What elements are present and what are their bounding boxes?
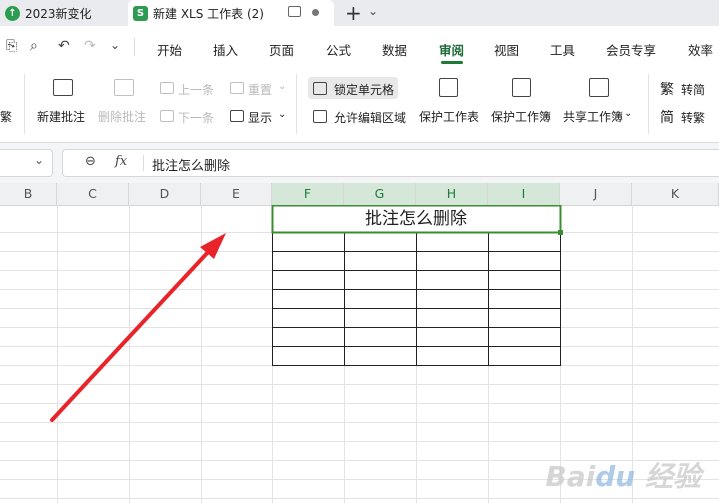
upload-arrow-icon: ↑	[5, 5, 20, 21]
simplified-icon: 简	[660, 110, 674, 126]
chevron-down-icon[interactable]: ⌄	[34, 153, 44, 167]
divider	[648, 74, 649, 134]
allow-edit-range-button[interactable]: 允许编辑区域	[334, 109, 406, 126]
print-preview-icon[interactable]: ⌕	[30, 38, 38, 54]
divider	[143, 155, 144, 171]
chevron-down-icon[interactable]: ⌄	[278, 81, 286, 92]
column-header-c[interactable]: C	[57, 183, 129, 205]
file-icon[interactable]: ⎘	[6, 38, 17, 54]
delete-comment-button[interactable]: 删除批注	[98, 108, 146, 125]
ribbon-cut-label: 繁	[0, 110, 13, 124]
new-tab-plus-icon[interactable]: +	[345, 1, 362, 25]
share-workbook-icon	[589, 78, 609, 97]
unsaved-dot-icon	[312, 9, 319, 16]
protect-workbook-icon	[512, 78, 531, 97]
chevron-down-icon[interactable]: ⌄	[278, 109, 286, 120]
column-header-e[interactable]: E	[201, 183, 272, 205]
column-header-b[interactable]: B	[0, 183, 57, 205]
watermark-logo: Baidu 经验	[545, 460, 701, 493]
divider	[134, 38, 135, 56]
name-box[interactable]: ⌄	[0, 149, 53, 177]
chevron-down-icon[interactable]: ⌄	[110, 38, 120, 52]
merged-cell-text[interactable]: 批注怎么删除	[272, 206, 560, 233]
column-header-j[interactable]: J	[560, 183, 632, 205]
divider	[296, 74, 297, 134]
menu-home[interactable]: 开始	[157, 40, 182, 59]
lock-cell-icon	[313, 82, 327, 95]
lock-cell-button[interactable]: 锁定单元格	[334, 81, 394, 98]
formula-input-container: ⊖ fx 批注怎么删除	[62, 149, 719, 177]
fx-icon[interactable]: fx	[115, 154, 127, 169]
red-arrow-annotation	[50, 233, 226, 422]
column-header-h[interactable]: H	[416, 183, 488, 205]
column-header-g[interactable]: G	[344, 183, 416, 205]
reset-button[interactable]: 重置	[248, 81, 272, 98]
new-comment-button[interactable]: 新建批注	[37, 108, 85, 125]
tab-label: 新建 XLS 工作表 (2)	[153, 6, 264, 21]
tab-2023[interactable]: ↑ 2023新变化	[0, 0, 126, 26]
convert-traditional-button[interactable]: 转繁	[681, 109, 705, 126]
menu-tools[interactable]: 工具	[550, 40, 575, 59]
tab-bar: ↑ 2023新变化 S 新建 XLS 工作表 (2) + ⌄	[0, 0, 719, 26]
menu-view[interactable]: 视图	[494, 40, 519, 59]
menu-efficiency[interactable]: 效率	[688, 40, 713, 59]
column-header-i[interactable]: I	[488, 183, 560, 205]
protect-sheet-icon	[439, 78, 458, 97]
next-comment-icon	[160, 110, 174, 122]
prev-comment-icon	[160, 82, 174, 94]
tab-label: 2023新变化	[25, 6, 92, 21]
chevron-down-icon[interactable]: ⌄	[368, 4, 378, 18]
reset-icon	[230, 82, 244, 94]
redo-icon[interactable]: ↷	[84, 38, 96, 54]
menu-member[interactable]: 会员专享	[606, 40, 656, 59]
column-header-d[interactable]: D	[129, 183, 201, 205]
window-icon[interactable]	[288, 6, 301, 17]
protect-workbook-button[interactable]: 保护工作簿	[491, 108, 551, 125]
next-comment-button[interactable]: 下一条	[178, 109, 214, 126]
prev-comment-button[interactable]: 上一条	[178, 81, 214, 98]
column-header-row: B C D E F G H I J K	[0, 183, 719, 206]
share-workbook-button[interactable]: 共享工作簿	[563, 108, 623, 125]
traditional-icon: 繁	[660, 82, 674, 98]
formula-bar: ⌄ ⊖ fx 批注怎么删除	[0, 143, 719, 183]
delete-comment-icon	[114, 79, 134, 96]
menu-bar: ⎘ ⌕ ↶ ↷ ⌄ 开始 插入 页面 公式 数据 审阅 视图 工具 会员专享 效…	[0, 26, 719, 66]
tab-xls-sheet[interactable]: S 新建 XLS 工作表 (2)	[128, 0, 334, 26]
chevron-down-icon[interactable]: ⌄	[624, 108, 632, 119]
allow-edit-icon	[313, 110, 327, 123]
formula-input[interactable]: 批注怎么删除	[152, 155, 230, 174]
show-icon	[230, 110, 244, 122]
menu-formula[interactable]: 公式	[326, 40, 351, 59]
review-ribbon: 繁 新建批注 删除批注 上一条 下一条 重置 ⌄ 显示 ⌄ 锁定单元格 允许编辑…	[0, 66, 719, 143]
menu-review[interactable]: 审阅	[439, 40, 464, 59]
protect-sheet-button[interactable]: 保护工作表	[419, 108, 479, 125]
new-comment-icon	[53, 79, 73, 96]
column-header-k[interactable]: K	[632, 183, 719, 205]
column-header-f[interactable]: F	[272, 183, 344, 205]
active-tab-underline	[441, 61, 463, 64]
menu-page[interactable]: 页面	[269, 40, 294, 59]
spreadsheet-s-icon: S	[133, 5, 148, 21]
menu-data[interactable]: 数据	[382, 40, 407, 59]
show-button[interactable]: 显示	[248, 109, 272, 126]
divider	[24, 74, 25, 134]
convert-simplified-button[interactable]: 转简	[681, 81, 705, 98]
menu-insert[interactable]: 插入	[213, 40, 238, 59]
zoom-search-icon[interactable]: ⊖	[85, 154, 96, 169]
undo-icon[interactable]: ↶	[58, 38, 70, 54]
